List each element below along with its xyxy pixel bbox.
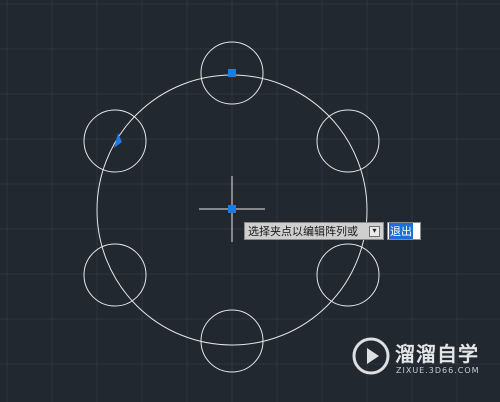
array-item-circle-lower-left[interactable] [83, 243, 147, 307]
watermark-subtitle: ZIXUE.3D66.COM [396, 366, 480, 375]
watermark: 溜溜自学 ZIXUE.3D66.COM [351, 332, 479, 384]
down-arrow-icon[interactable]: ▾ [369, 225, 380, 237]
prompt-text: 选择夹点以编辑阵列或 [248, 225, 358, 238]
square-grip-icon[interactable] [228, 69, 236, 77]
exit-option-label[interactable]: 退出 [389, 223, 413, 239]
play-logo-icon [352, 337, 390, 375]
base-point-grip-icon[interactable] [228, 205, 236, 213]
triangle-grip-icon[interactable] [114, 133, 122, 148]
dynamic-input-prompt: 选择夹点以编辑阵列或 ▾ [244, 222, 384, 240]
array-item-circle-upper-left[interactable] [83, 109, 147, 173]
array-item-circle-lower-right[interactable] [316, 243, 380, 307]
watermark-title: 溜溜自学 [395, 342, 479, 366]
exit-option-field[interactable]: 退出 [387, 222, 421, 240]
